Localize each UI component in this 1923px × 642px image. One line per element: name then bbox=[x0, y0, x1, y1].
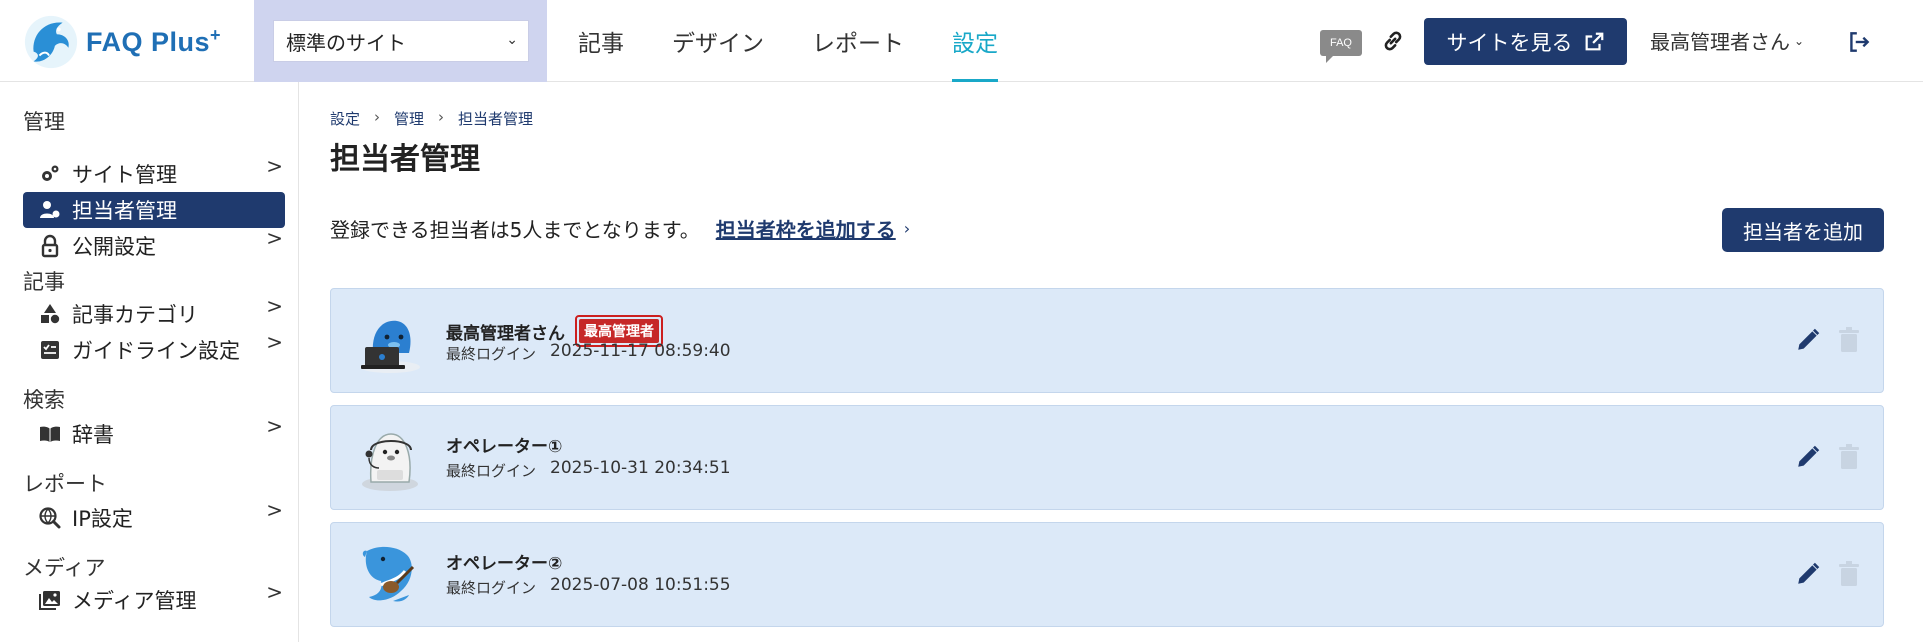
trash-icon[interactable] bbox=[1837, 444, 1861, 470]
seal-headset-avatar bbox=[362, 433, 418, 491]
last-login-label: 最終ログイン bbox=[446, 462, 537, 480]
role-badge-label: 最高管理者 bbox=[579, 319, 659, 343]
staff-card: オペレーター② 最終ログイン 2025-07-08 10:51:55 bbox=[330, 522, 1884, 627]
staff-limit-text: 登録できる担当者は5人までとなります。 bbox=[330, 218, 700, 242]
sidebar-item-dictionary[interactable]: 辞書 > bbox=[23, 414, 285, 452]
sidebar-item-staff-management[interactable]: 担当者管理 bbox=[23, 192, 285, 228]
breadcrumb-item-settings[interactable]: 設定 bbox=[330, 108, 360, 129]
add-staff-button[interactable]: 担当者を追加 bbox=[1722, 208, 1884, 252]
logo-text: FAQ Plus bbox=[86, 26, 211, 57]
add-staff-slot-link[interactable]: 担当者枠を追加する bbox=[716, 214, 896, 243]
main-nav: 記事 デザイン レポート 設定 bbox=[578, 0, 1046, 82]
edit-pencil-icon[interactable] bbox=[1795, 561, 1821, 587]
breadcrumb-separator: › bbox=[438, 108, 445, 126]
sidebar-item-publish-settings[interactable]: 公開設定 > bbox=[23, 226, 285, 264]
sidebar-section-search: 検索 bbox=[23, 388, 65, 412]
breadcrumb-item-staff[interactable]: 担当者管理 bbox=[458, 108, 533, 129]
sidebar-item-site-management[interactable]: サイト管理 > bbox=[23, 154, 285, 192]
trash-icon[interactable] bbox=[1837, 561, 1861, 587]
view-site-label: サイトを見る bbox=[1446, 30, 1573, 55]
chevron-down-icon: ⌄ bbox=[506, 32, 518, 48]
staff-name: 最高管理者さん bbox=[446, 323, 565, 344]
logout-icon[interactable] bbox=[1846, 29, 1872, 55]
trash-icon[interactable] bbox=[1837, 327, 1861, 353]
sidebar-item-label: メディア管理 bbox=[72, 589, 197, 613]
view-site-button[interactable]: サイトを見る bbox=[1424, 18, 1627, 65]
gears-icon bbox=[37, 161, 63, 187]
chevron-down-icon: ⌄ bbox=[1794, 33, 1805, 48]
staff-limit-notice: 登録できる担当者は5人までとなります。 担当者枠を追加する › bbox=[330, 214, 910, 243]
last-login-time: 2025-10-31 20:34:51 bbox=[550, 458, 731, 478]
nav-item-design[interactable]: デザイン bbox=[672, 0, 764, 82]
staff-card: オペレーター① 最終ログイン 2025-10-31 20:34:51 bbox=[330, 405, 1884, 510]
sidebar-item-label: IP設定 bbox=[72, 507, 133, 531]
chevron-right-icon: > bbox=[266, 154, 283, 178]
edit-pencil-icon[interactable] bbox=[1795, 327, 1821, 353]
nav-item-report[interactable]: レポート bbox=[812, 0, 904, 82]
faqplus-logo[interactable]: FAQ Plus+ bbox=[22, 10, 242, 74]
chevron-right-icon: > bbox=[266, 294, 283, 318]
sidebar-item-label: 記事カテゴリ bbox=[72, 303, 198, 327]
logo-plus: + bbox=[210, 24, 222, 45]
dolphin-guitar-avatar bbox=[362, 546, 415, 602]
sidebar-section-admin: 管理 bbox=[23, 110, 65, 134]
ip-search-icon bbox=[37, 505, 63, 531]
chevron-right-icon: > bbox=[266, 330, 283, 354]
site-select-value: 標準のサイト bbox=[286, 30, 406, 55]
sidebar-item-article-category[interactable]: 記事カテゴリ > bbox=[23, 294, 285, 332]
breadcrumb-item-admin[interactable]: 管理 bbox=[394, 108, 424, 129]
nav-item-articles[interactable]: 記事 bbox=[578, 0, 624, 82]
chevron-right-icon: > bbox=[266, 580, 283, 604]
sidebar-item-label: サイト管理 bbox=[72, 163, 177, 187]
checklist-icon bbox=[37, 337, 63, 363]
last-login-label: 最終ログイン bbox=[446, 579, 537, 597]
last-login-label: 最終ログイン bbox=[446, 345, 537, 363]
sidebar-item-media-management[interactable]: メディア管理 > bbox=[23, 580, 285, 618]
dolphin-logo-icon bbox=[24, 15, 78, 69]
user-name: 最高管理者さん bbox=[1650, 30, 1790, 54]
chevron-right-icon: > bbox=[266, 498, 283, 522]
last-login-time: 2025-07-08 10:51:55 bbox=[550, 575, 731, 595]
breadcrumb: 設定 › 管理 › 担当者管理 bbox=[330, 108, 533, 129]
sidebar-section-media: メディア bbox=[23, 556, 106, 580]
book-icon bbox=[37, 421, 63, 447]
user-gear-icon bbox=[37, 197, 63, 223]
sidebar-item-label: 辞書 bbox=[72, 423, 114, 447]
chevron-right-icon: › bbox=[903, 219, 911, 238]
images-icon bbox=[37, 587, 63, 613]
edit-pencil-icon[interactable] bbox=[1795, 444, 1821, 470]
sidebar-section-articles: 記事 bbox=[23, 270, 65, 294]
staff-card: 最高管理者さん 最高管理者 最終ログイン 2025-11-17 08:59:40 bbox=[330, 288, 1884, 393]
sidebar-item-label: 担当者管理 bbox=[72, 199, 177, 223]
sidebar-item-label: 公開設定 bbox=[72, 235, 156, 259]
site-select-area: 標準のサイト ⌄ bbox=[254, 0, 547, 82]
sidebar-item-guideline-settings[interactable]: ガイドライン設定 > bbox=[23, 330, 285, 368]
app-header: FAQ Plus+ 標準のサイト ⌄ 記事 デザイン レポート 設定 FAQ サ… bbox=[0, 0, 1923, 82]
nav-item-settings[interactable]: 設定 bbox=[952, 0, 998, 82]
main-content: 設定 › 管理 › 担当者管理 担当者管理 登録できる担当者は5人までとなります… bbox=[300, 82, 1923, 642]
site-select[interactable]: 標準のサイト ⌄ bbox=[273, 20, 529, 62]
user-menu[interactable]: 最高管理者さん ⌄ bbox=[1650, 26, 1804, 55]
chevron-right-icon: > bbox=[266, 226, 283, 250]
faq-icon[interactable]: FAQ bbox=[1320, 30, 1362, 63]
shapes-icon bbox=[37, 301, 63, 327]
chevron-right-icon: > bbox=[266, 414, 283, 438]
staff-name: オペレーター① bbox=[446, 437, 563, 457]
staff-name: オペレーター② bbox=[446, 554, 563, 574]
external-link-icon bbox=[1585, 32, 1603, 50]
page-title: 担当者管理 bbox=[330, 142, 480, 177]
sidebar-item-ip-settings[interactable]: IP設定 > bbox=[23, 498, 285, 536]
sidebar: 管理 サイト管理 > 担当者管理 公開設定 > 記事 記事カテゴリ > ガイドラ… bbox=[0, 82, 299, 642]
sidebar-section-report: レポート bbox=[23, 472, 107, 496]
last-login-time: 2025-11-17 08:59:40 bbox=[550, 341, 731, 361]
breadcrumb-separator: › bbox=[374, 108, 381, 126]
link-icon[interactable] bbox=[1380, 28, 1406, 54]
lock-icon bbox=[37, 233, 63, 259]
sidebar-item-label: ガイドライン設定 bbox=[72, 339, 240, 363]
dolphin-laptop-avatar bbox=[360, 320, 420, 373]
